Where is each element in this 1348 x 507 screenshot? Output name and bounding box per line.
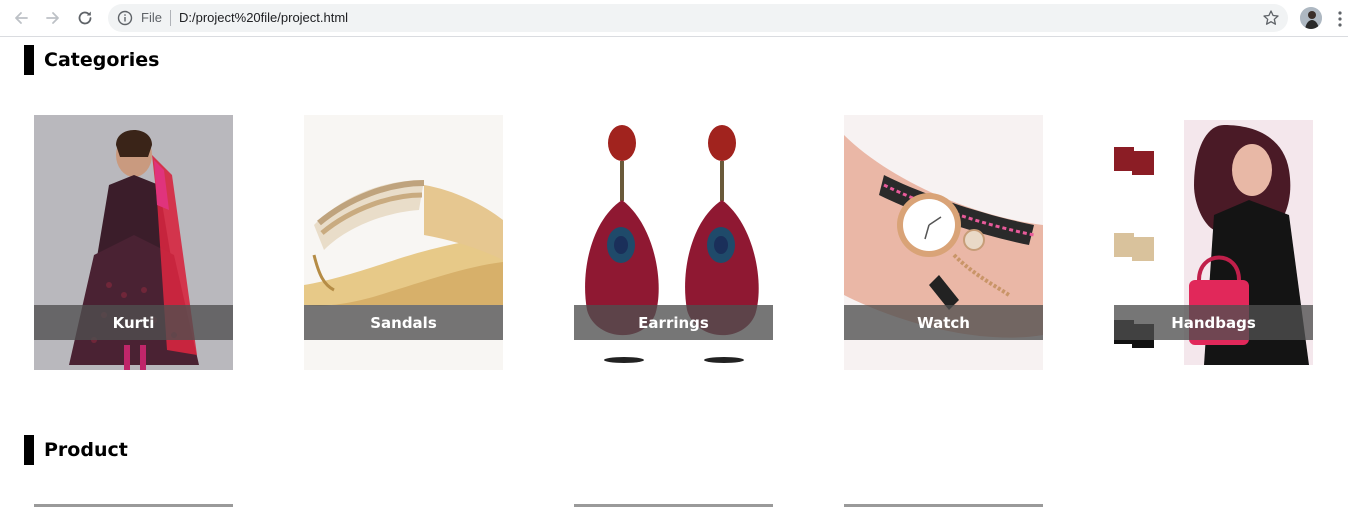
address-bar[interactable]: File D:/project%20file/project.html [108,4,1288,32]
category-card-kurti[interactable]: Kurti [34,115,233,370]
product-heading: Product [24,435,128,465]
category-card-sandals[interactable]: Sandals [304,115,503,370]
omnibox-divider [170,10,171,26]
heading-accent-bar [24,45,34,75]
info-icon[interactable] [117,10,133,26]
menu-icon[interactable] [1336,10,1344,28]
url-text[interactable]: D:/project%20file/project.html [179,10,348,25]
star-icon[interactable] [1262,9,1280,27]
category-label: Earrings [574,305,773,340]
heading-accent-bar [24,435,34,465]
category-label: Kurti [34,305,233,340]
category-card-earrings[interactable]: Earrings [574,115,773,370]
category-card-handbags[interactable]: Handbags [1114,115,1313,370]
categories-heading: Categories [24,45,159,75]
forward-arrow-icon [46,12,59,24]
back-button[interactable] [8,6,34,30]
browser-toolbar: File D:/project%20file/project.html [0,0,1348,37]
back-arrow-icon [15,12,28,24]
category-label: Watch [844,305,1043,340]
profile-avatar[interactable] [1300,7,1322,29]
reload-button[interactable] [72,6,98,30]
category-card-watch[interactable]: Watch [844,115,1043,370]
category-label: Handbags [1114,305,1313,340]
forward-button[interactable] [40,6,66,30]
product-title: Product [44,439,128,461]
reload-icon [78,11,92,25]
scheme-label: File [141,10,162,25]
avatar-image [1300,7,1322,29]
categories-title: Categories [44,49,160,71]
category-label: Sandals [304,305,503,340]
